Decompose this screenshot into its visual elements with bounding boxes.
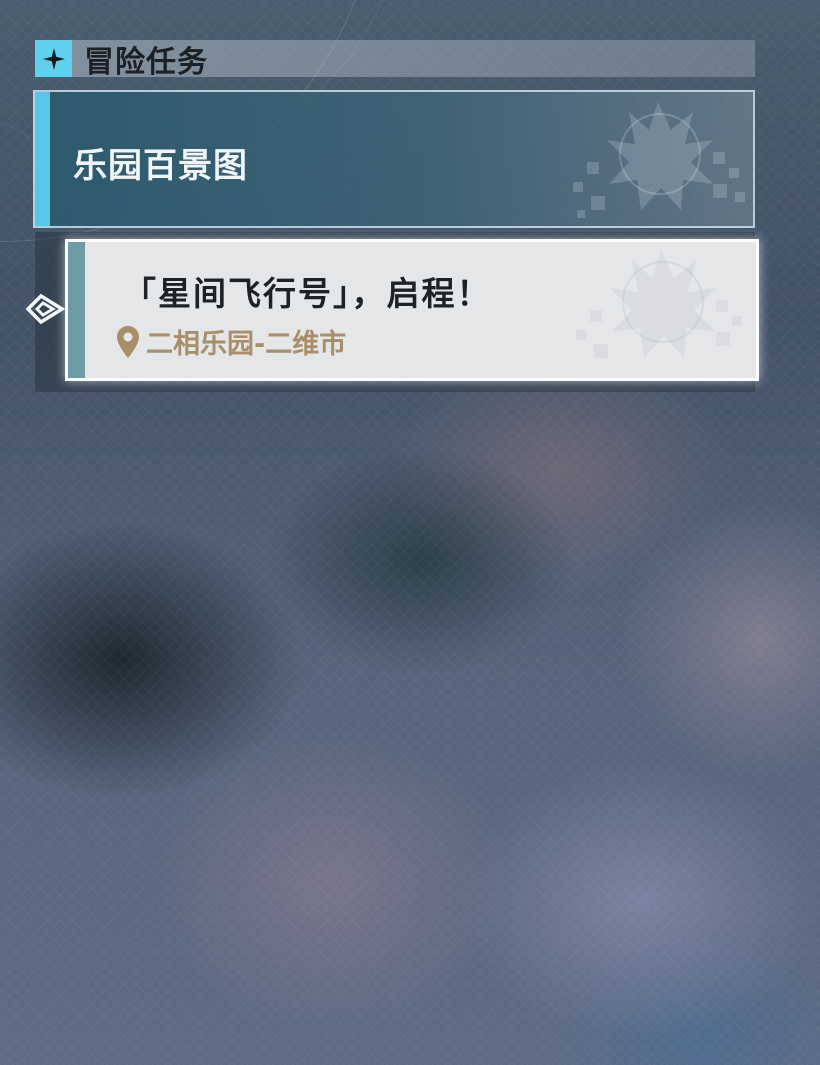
selection-arrow-icon: [25, 293, 65, 325]
quest-category-row[interactable]: 乐园百景图: [33, 90, 755, 228]
map-pin-icon: [117, 325, 139, 358]
section-title: 冒险任务: [84, 44, 208, 80]
section-header: 冒险任务: [35, 40, 755, 80]
game-screen: 冒险任务 乐园百景图 「星间飞行号」，启程！ 二相乐园-二维市: [0, 0, 820, 1065]
quest-location: 二相乐园-二维市: [116, 322, 346, 361]
category-accent-bar: [35, 92, 50, 226]
location-label: 二相乐园-二维市: [146, 329, 347, 360]
dragon-emblem-icon: [576, 250, 742, 358]
dragon-emblem-icon: [573, 102, 745, 218]
sparkle-star-icon: [35, 40, 72, 77]
category-label: 乐园百景图: [73, 146, 248, 186]
quest-accent-bar: [68, 242, 85, 378]
quest-title: 「星间飞行号」，启程！: [123, 274, 492, 313]
quest-item-selected[interactable]: 「星间飞行号」，启程！ 二相乐园-二维市: [65, 239, 759, 381]
